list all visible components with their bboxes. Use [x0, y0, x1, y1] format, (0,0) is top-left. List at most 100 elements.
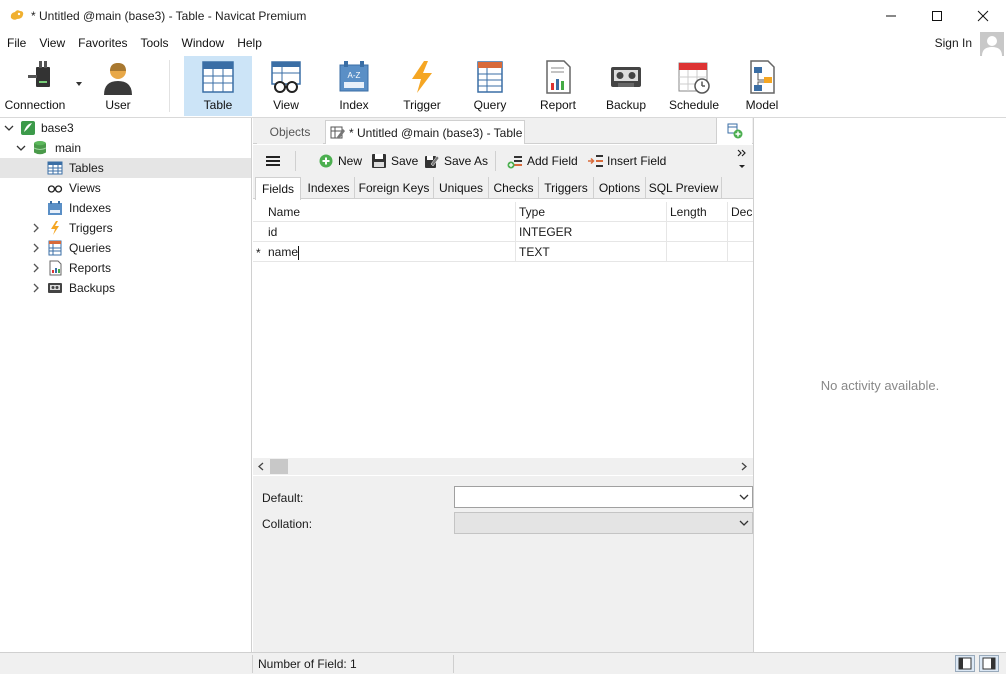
horizontal-scrollbar[interactable] — [253, 458, 753, 475]
menu-window[interactable]: Window — [175, 36, 231, 50]
tree-item-base3[interactable]: base3 — [0, 118, 251, 138]
field-type-cell[interactable]: INTEGER — [516, 222, 667, 242]
close-button[interactable] — [960, 0, 1006, 32]
tab-uniques[interactable]: Uniques — [434, 177, 489, 199]
tab-sql-preview[interactable]: SQL Preview — [646, 177, 722, 199]
add-field-button[interactable]: Add Field — [507, 152, 578, 170]
tree-item-queries[interactable]: Queries — [0, 238, 251, 258]
row-marker: * — [256, 246, 261, 260]
column-header-type[interactable]: Type — [516, 202, 667, 222]
chevron-down-icon[interactable] — [16, 143, 26, 153]
menu-view[interactable]: View — [32, 36, 71, 50]
default-select[interactable] — [454, 486, 753, 508]
tab-fields[interactable]: Fields — [255, 177, 301, 200]
column-header-name[interactable]: Name — [265, 202, 516, 222]
tab-triggers[interactable]: Triggers — [539, 177, 594, 199]
tree-label-backups: Backups — [69, 281, 116, 295]
field-properties: Default: Collation: — [253, 476, 753, 652]
tab-options[interactable]: Options — [594, 177, 646, 199]
chevron-down-icon[interactable] — [4, 123, 14, 133]
tree-item-reports[interactable]: Reports — [0, 258, 251, 278]
collation-select[interactable] — [454, 512, 753, 534]
menu-help[interactable]: Help — [230, 36, 268, 50]
new-icon — [319, 154, 333, 168]
query-icon — [48, 240, 62, 256]
schedule-button[interactable]: Schedule — [663, 56, 725, 116]
tab-foreign-keys[interactable]: Foreign Keys — [355, 177, 434, 199]
toggle-left-pane-button[interactable] — [955, 655, 975, 672]
chevron-right-icon[interactable] — [31, 223, 41, 233]
field-name-cell[interactable]: id — [265, 222, 516, 242]
hamburger-menu-button[interactable] — [265, 152, 281, 170]
maximize-button[interactable] — [914, 0, 960, 32]
table-row[interactable]: * name TEXT — [253, 242, 753, 262]
add-object-icon — [727, 123, 742, 139]
tree-item-main[interactable]: main — [0, 138, 251, 158]
connection-button[interactable]: Connection — [4, 56, 82, 116]
toggle-right-pane-button[interactable] — [979, 655, 999, 672]
chevron-right-icon[interactable] — [31, 263, 41, 273]
index-button[interactable]: A-Z Index — [324, 56, 384, 116]
tree-item-triggers[interactable]: Triggers — [0, 218, 251, 238]
new-tab-button[interactable] — [716, 118, 752, 144]
backup-button[interactable]: Backup — [596, 56, 656, 116]
table-row[interactable]: id INTEGER — [253, 222, 753, 242]
tree-label-views: Views — [69, 181, 101, 195]
tab-indexes[interactable]: Indexes — [303, 177, 355, 199]
navigation-pane: base3 main Tables Views Indexes Triggers… — [0, 118, 252, 652]
column-header-dec-label: Dec — [731, 205, 753, 219]
chevron-right-icon[interactable] — [31, 283, 41, 293]
connection-dropdown-icon[interactable] — [76, 82, 82, 86]
user-label: User — [105, 98, 131, 112]
chevron-right-icon[interactable] — [31, 243, 41, 253]
save-button[interactable]: Save — [371, 152, 418, 170]
scroll-right-icon[interactable] — [740, 462, 748, 471]
tree-item-backups[interactable]: Backups — [0, 278, 251, 298]
tab-untitled-table[interactable]: * Untitled @main (base3) - Table — [325, 120, 525, 144]
new-button[interactable]: New — [318, 152, 362, 170]
save-as-button[interactable]: Save As — [424, 152, 488, 170]
field-length-cell[interactable] — [667, 242, 728, 262]
save-label: Save — [391, 154, 419, 168]
avatar[interactable] — [980, 32, 1004, 56]
table-button[interactable]: Table — [184, 56, 252, 116]
tree-item-tables[interactable]: Tables — [0, 158, 251, 178]
minimize-button[interactable] — [868, 0, 914, 32]
field-dec-cell[interactable] — [728, 242, 753, 262]
tab-checks[interactable]: Checks — [489, 177, 539, 199]
column-header-name-label: Name — [268, 205, 301, 219]
left-pane-icon — [958, 657, 972, 670]
tree-item-indexes[interactable]: Indexes — [0, 198, 251, 218]
menu-tools[interactable]: Tools — [134, 36, 175, 50]
column-header-length[interactable]: Length — [667, 202, 728, 222]
close-icon — [977, 10, 989, 22]
field-name-cell[interactable]: name — [265, 242, 516, 262]
connection-label: Connection — [4, 98, 66, 112]
field-type-cell[interactable]: TEXT — [516, 242, 667, 262]
scroll-left-icon[interactable] — [257, 462, 265, 471]
trigger-button[interactable]: Trigger — [392, 56, 452, 116]
view-button[interactable]: View — [256, 56, 316, 116]
menu-file[interactable]: File — [0, 36, 32, 50]
scrollbar-thumb[interactable] — [270, 459, 288, 474]
tab-objects[interactable]: Objects — [257, 120, 323, 144]
insert-field-button[interactable]: Insert Field — [587, 152, 666, 170]
tree-label-queries: Queries — [69, 241, 112, 255]
query-button[interactable]: Query — [460, 56, 520, 116]
field-dec-cell[interactable] — [728, 222, 753, 242]
user-button[interactable]: User — [88, 56, 148, 116]
tree-item-views[interactable]: Views — [0, 178, 251, 198]
tree-label-main: main — [55, 141, 82, 155]
overflow-button[interactable] — [737, 148, 747, 175]
menu-favorites[interactable]: Favorites — [71, 36, 133, 50]
column-header-dec[interactable]: Dec — [728, 202, 753, 222]
report-button[interactable]: Report — [528, 56, 588, 116]
design-subtabs: Fields Indexes Foreign Keys Uniques Chec… — [253, 177, 753, 200]
column-header-type-label: Type — [519, 205, 546, 219]
tab-checks-label: Checks — [493, 181, 534, 195]
field-length-cell[interactable] — [667, 222, 728, 242]
model-button[interactable]: Model — [732, 56, 792, 116]
view-icon — [271, 61, 301, 93]
sign-in-link[interactable]: Sign In — [935, 36, 972, 50]
tab-indexes-label: Indexes — [307, 181, 350, 195]
